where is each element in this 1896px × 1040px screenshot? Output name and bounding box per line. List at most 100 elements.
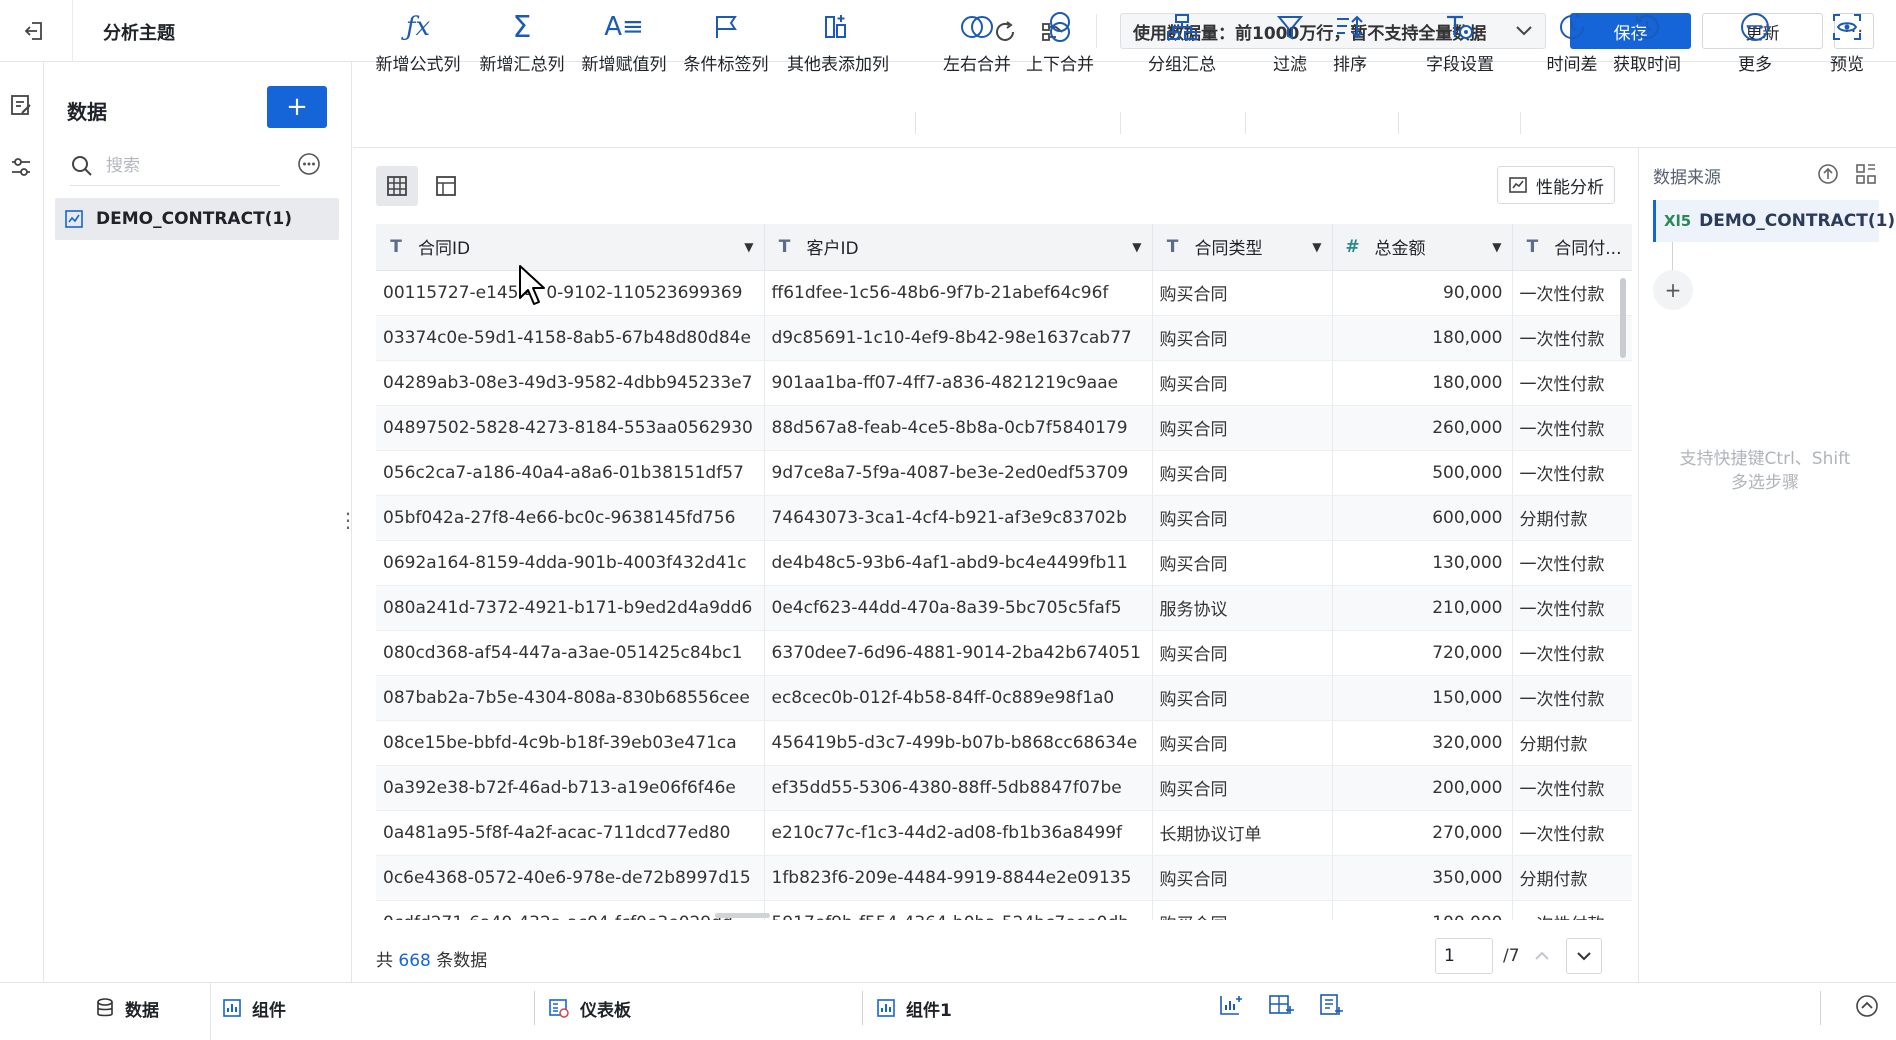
page-number-input[interactable]: 1 <box>1435 938 1493 974</box>
tab-dashboard[interactable]: 仪表板 <box>548 989 631 1027</box>
table-cell[interactable]: 服务协议 <box>1152 585 1333 631</box>
add-step-button[interactable]: + <box>1653 270 1693 310</box>
more-circle-icon[interactable] <box>296 151 322 177</box>
horizontal-scrollbar[interactable] <box>715 913 770 918</box>
table-cell[interactable]: ef35dd55-5306-4380-88ff-5db8847f07be <box>764 765 1153 811</box>
tool-new-formula-column[interactable]: ƒx 新增公式列 <box>366 10 470 75</box>
table-row[interactable]: 0a481a95-5f8f-4a2f-acac-711dcd77ed80 e210… <box>376 810 1632 856</box>
table-cell[interactable]: 056c2ca7-a186-40a4-a8a6-01b38151df57 <box>376 450 765 496</box>
table-cell[interactable]: 一次性付款 <box>1512 765 1632 811</box>
table-cell[interactable]: 200,000 <box>1332 765 1513 811</box>
table-cell[interactable]: 05bf042a-27f8-4e66-bc0c-9638145fd756 <box>376 495 765 541</box>
page-next-button[interactable] <box>1566 938 1602 974</box>
table-cell[interactable]: 0c6e4368-0572-40e6-978e-de72b8997d15 <box>376 855 765 901</box>
table-cell[interactable]: 210,000 <box>1332 585 1513 631</box>
add-data-button[interactable]: + <box>267 86 327 128</box>
tool-group-summary[interactable]: 分组汇总 <box>1130 10 1234 75</box>
table-cell[interactable]: 087bab2a-7b5e-4304-808a-830b68556cee <box>376 675 765 721</box>
table-cell[interactable]: 一次性付款 <box>1512 675 1632 721</box>
column-menu-icon[interactable]: ▼ <box>744 240 753 254</box>
table-cell[interactable]: 一次性付款 <box>1512 810 1632 856</box>
table-cell[interactable]: 901aa1ba-ff07-4ff7-a836-4821219c9aae <box>764 360 1153 406</box>
table-cell[interactable]: 150,000 <box>1332 675 1513 721</box>
column-menu-icon[interactable]: ▼ <box>1492 240 1501 254</box>
table-cell[interactable]: 600,000 <box>1332 495 1513 541</box>
tool-add-column-from-other-table[interactable]: 其他表添加列 <box>786 10 890 75</box>
table-cell[interactable]: 100,000 <box>1332 900 1513 920</box>
table-cell[interactable]: 购买合同 <box>1152 450 1333 496</box>
table-cell[interactable]: 9d7ce8a7-5f9a-4087-be3e-2ed0edf53709 <box>764 450 1153 496</box>
tool-more[interactable]: 更多 <box>1703 10 1807 75</box>
column-header[interactable]: T 合同类型 ▼ <box>1152 224 1333 271</box>
table-row[interactable]: 056c2ca7-a186-40a4-a8a6-01b38151df57 9d7c… <box>376 450 1632 496</box>
table-cell[interactable]: 270,000 <box>1332 810 1513 856</box>
table-row[interactable]: 05bf042a-27f8-4e66-bc0c-9638145fd756 7464… <box>376 495 1632 541</box>
table-cell[interactable]: 一次性付款 <box>1512 405 1632 451</box>
table-cell[interactable]: 一次性付款 <box>1512 630 1632 676</box>
table-cell[interactable]: 1fb823f6-209e-4484-9919-8844e2e09135 <box>764 855 1153 901</box>
table-cell[interactable]: 080cd368-af54-447a-a3ae-051425c84bc1 <box>376 630 765 676</box>
table-row[interactable]: 08ce15be-bbfd-4c9b-b18f-39eb03e471ca 4564… <box>376 720 1632 766</box>
table-cell[interactable]: 0a481a95-5f8f-4a2f-acac-711dcd77ed80 <box>376 810 765 856</box>
table-cell[interactable]: 350,000 <box>1332 855 1513 901</box>
table-cell[interactable]: 180,000 <box>1332 360 1513 406</box>
tab-component[interactable]: 组件 <box>222 989 286 1027</box>
table-cell[interactable]: 购买合同 <box>1152 540 1333 586</box>
panel-resize-handle[interactable]: ⋮ <box>338 508 358 532</box>
performance-analysis-button[interactable]: 性能分析 <box>1497 166 1615 204</box>
data-table-item[interactable]: DEMO_CONTRACT(1) <box>55 198 339 240</box>
table-cell[interactable]: 购买合同 <box>1152 495 1333 541</box>
table-cell[interactable]: 04897502-5828-4273-8184-553aa0562930 <box>376 405 765 451</box>
table-cell[interactable]: 购买合同 <box>1152 675 1333 721</box>
table-cell[interactable]: 一次性付款 <box>1512 450 1632 496</box>
table-cell[interactable]: 500,000 <box>1332 450 1513 496</box>
table-cell[interactable]: 分期付款 <box>1512 855 1632 901</box>
column-header[interactable]: T 合同ID ▼ <box>376 224 765 271</box>
tool-new-assign-column[interactable]: A≡ 新增赋值列 <box>572 10 676 75</box>
data-edit-icon[interactable] <box>8 92 34 118</box>
table-row[interactable]: 00115727-e145-4 0-9102-110523699369 ff61d… <box>376 270 1632 316</box>
page-prev-button[interactable] <box>1524 938 1560 974</box>
table-cell[interactable]: 0e4cf623-44dd-470a-8a39-5bc705c5faf5 <box>764 585 1153 631</box>
table-cell[interactable]: 一次性付款 <box>1512 900 1632 920</box>
tool-sort[interactable]: 排序 <box>1298 10 1402 75</box>
add-report-icon[interactable] <box>1318 993 1344 1017</box>
table-cell[interactable]: 6370dee7-6d96-4881-9014-2ba42b674051 <box>764 630 1153 676</box>
table-row[interactable]: 080a241d-7372-4921-b171-b9ed2d4a9dd6 0e4c… <box>376 585 1632 631</box>
table-cell[interactable]: 购买合同 <box>1152 630 1333 676</box>
tab-data[interactable]: 数据 <box>44 989 210 1027</box>
table-cell[interactable]: 0a392e38-b72f-46ad-b713-a19e06f6f46e <box>376 765 765 811</box>
tool-get-time[interactable]: 获取时间 <box>1595 10 1699 75</box>
source-node[interactable]: Xl5 DEMO_CONTRACT(1) <box>1653 200 1895 242</box>
tool-condition-tag-column[interactable]: 条件标签列 <box>674 10 778 75</box>
table-cell[interactable]: 一次性付款 <box>1512 315 1632 361</box>
tab-component-1[interactable]: 组件1 <box>876 989 952 1027</box>
table-cell[interactable]: 长期协议订单 <box>1152 810 1333 856</box>
table-row[interactable]: 0692a164-8159-4dda-901b-4003f432d41c de4b… <box>376 540 1632 586</box>
tool-new-summary-column[interactable]: Σ 新增汇总列 <box>470 10 574 76</box>
table-cell[interactable]: 购买合同 <box>1152 405 1333 451</box>
table-row[interactable]: 04897502-5828-4273-8184-553aa0562930 88d5… <box>376 405 1632 451</box>
table-cell[interactable]: 购买合同 <box>1152 270 1333 316</box>
table-row[interactable]: 087bab2a-7b5e-4304-808a-830b68556cee ec8c… <box>376 675 1632 721</box>
table-cell[interactable]: 一次性付款 <box>1512 540 1632 586</box>
table-row[interactable]: 080cd368-af54-447a-a3ae-051425c84bc1 6370… <box>376 630 1632 676</box>
table-cell[interactable]: 74643073-3ca1-4cf4-b921-af3e9c83702b <box>764 495 1153 541</box>
table-cell[interactable]: 03374c0e-59d1-4158-8ab5-67b48d80d84e <box>376 315 765 361</box>
table-cell[interactable]: 00115727-e145-4 0-9102-110523699369 <box>376 270 765 316</box>
column-header[interactable]: T 合同付... <box>1512 224 1632 271</box>
table-cell[interactable]: 080a241d-7372-4921-b171-b9ed2d4a9dd6 <box>376 585 765 631</box>
table-cell[interactable]: 88d567a8-feab-4ce5-8b8a-0cb7f5840179 <box>764 405 1153 451</box>
table-row[interactable]: 0c6e4368-0572-40e6-978e-de72b8997d15 1fb8… <box>376 855 1632 901</box>
table-cell[interactable]: 一次性付款 <box>1512 585 1632 631</box>
table-cell[interactable]: 一次性付款 <box>1512 270 1632 316</box>
table-cell[interactable]: 90,000 <box>1332 270 1513 316</box>
table-cell[interactable]: e210c77c-f1c3-44d2-ad08-fb1b36a8499f <box>764 810 1153 856</box>
table-cell[interactable]: 456419b5-d3c7-499b-b07b-b868cc68634e <box>764 720 1153 766</box>
column-header[interactable]: T 客户ID ▼ <box>764 224 1153 271</box>
table-cell[interactable]: 分期付款 <box>1512 720 1632 766</box>
upload-icon[interactable] <box>1816 162 1840 186</box>
table-cell[interactable]: ff61dfee-1c56-48b6-9f7b-21abef64c96f <box>764 270 1153 316</box>
collapse-icon[interactable] <box>1855 994 1879 1018</box>
table-cell[interactable]: 08ce15be-bbfd-4c9b-b18f-39eb03e471ca <box>376 720 765 766</box>
